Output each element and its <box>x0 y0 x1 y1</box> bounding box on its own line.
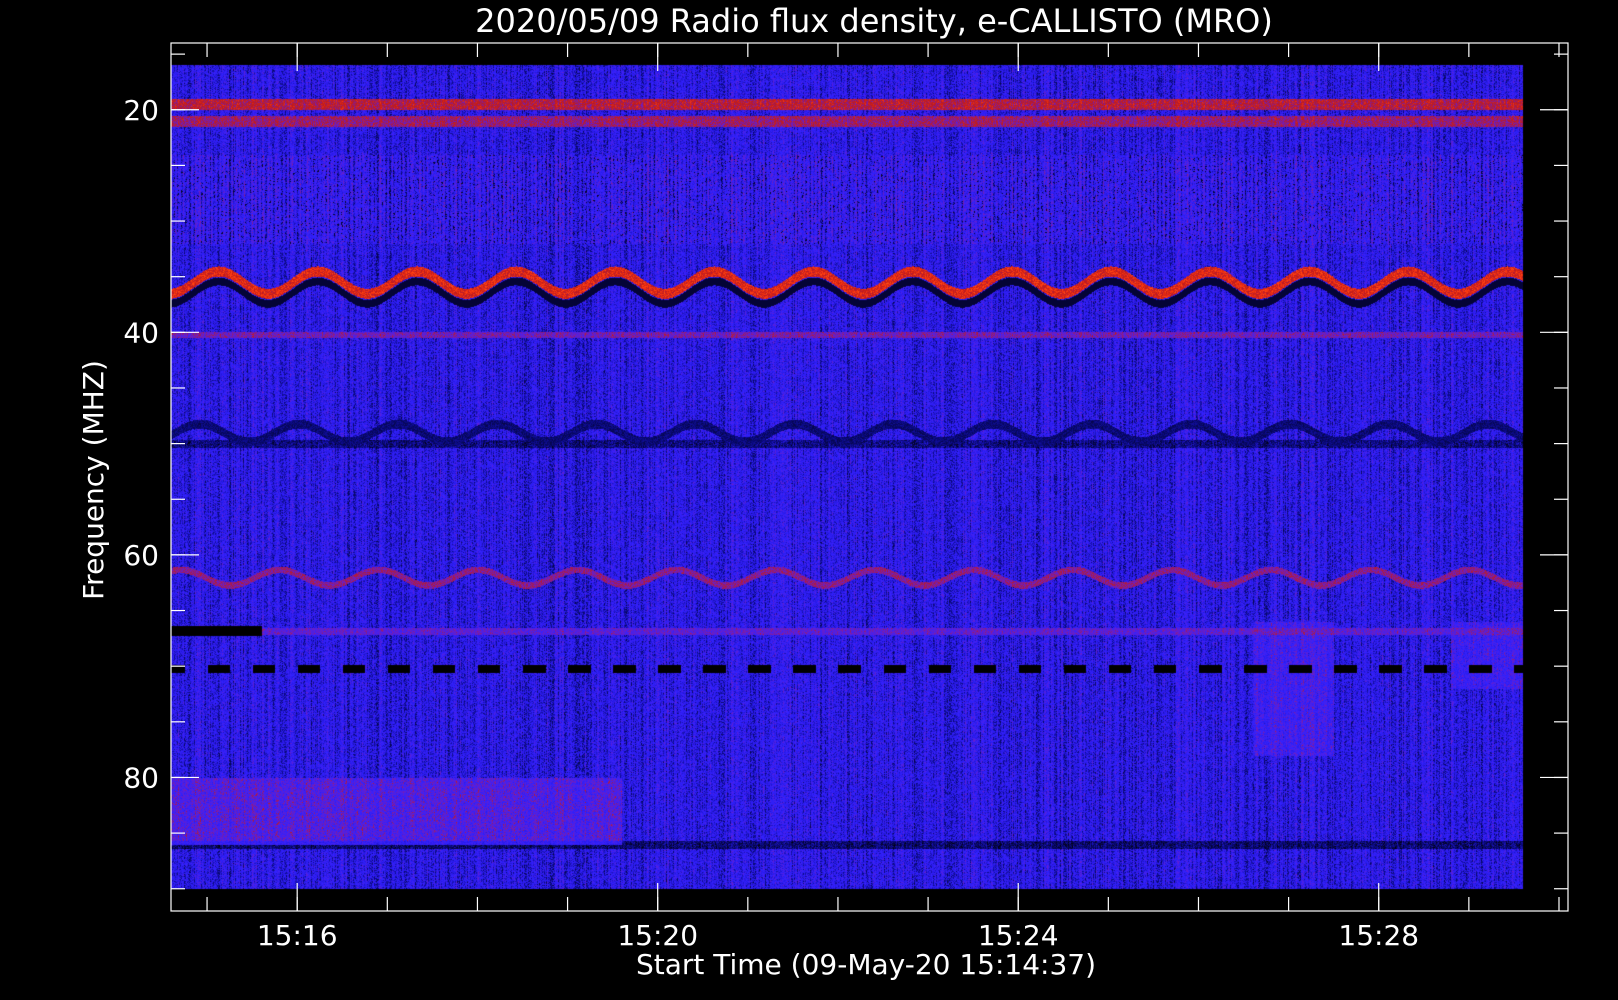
y-axis-ticks: 20 40 60 80 <box>123 53 1568 890</box>
x-axis-ticks: 15:16 15:20 15:24 15:28 <box>206 43 1560 952</box>
x-tick-label: 15:16 <box>257 919 338 952</box>
axes-overlay: 15:16 15:20 15:24 15:28 20 40 60 80 2020/05/09… <box>77 2 1569 981</box>
y-tick-label: 40 <box>123 316 159 349</box>
y-tick-label: 60 <box>123 539 159 572</box>
plot-frame <box>170 42 1569 912</box>
x-tick-label: 15:28 <box>1338 919 1419 952</box>
chart-title: 2020/05/09 Radio flux density, e-CALLIST… <box>475 2 1273 40</box>
y-tick-label: 20 <box>123 94 159 127</box>
spectrogram-figure: 15:16 15:20 15:24 15:28 20 40 60 80 2020/05/09… <box>0 0 1618 1000</box>
y-tick-label: 80 <box>123 761 159 794</box>
x-axis-label: Start Time (09-May-20 15:14:37) <box>636 948 1096 981</box>
y-axis-label: Frequency (MHZ) <box>77 360 110 600</box>
